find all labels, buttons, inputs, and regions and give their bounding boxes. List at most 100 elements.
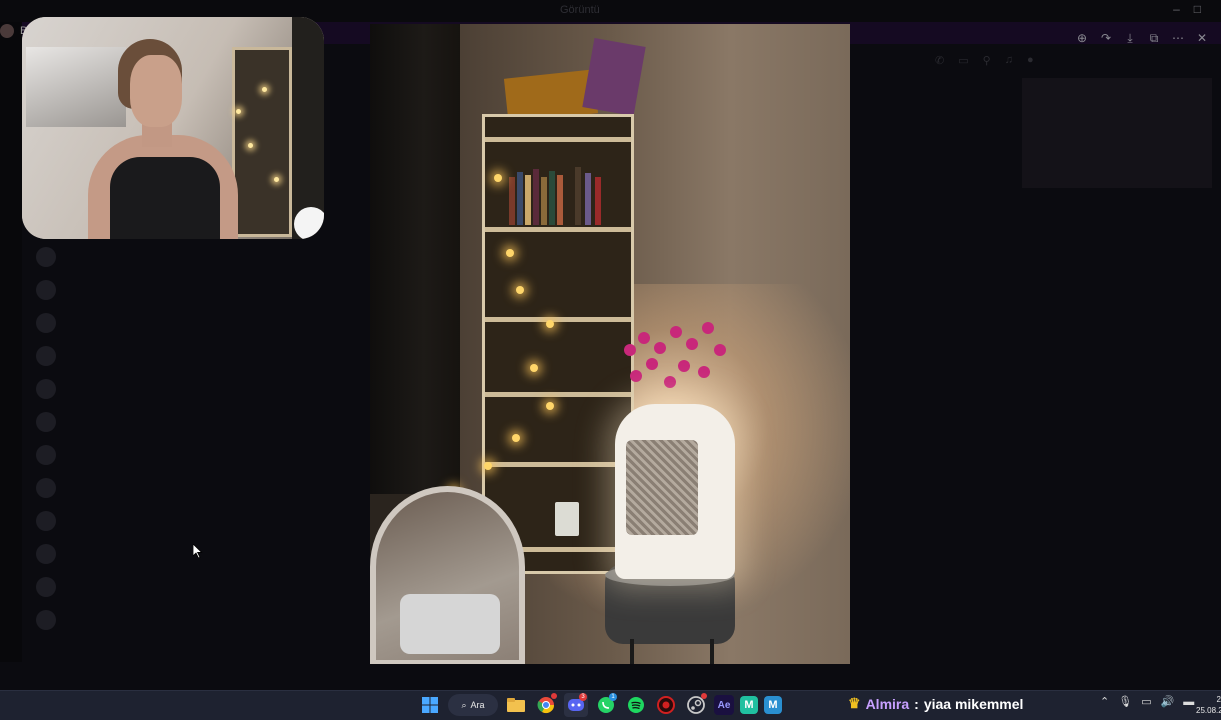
list-item[interactable]: [22, 240, 272, 273]
flowers: [620, 314, 730, 404]
file-explorer-icon[interactable]: [504, 693, 528, 717]
shelf-board: [485, 317, 631, 322]
close-icon[interactable]: ✕: [1195, 31, 1209, 45]
avatar: [36, 246, 56, 267]
notification-badge: 3: [579, 693, 587, 701]
list-item[interactable]: [22, 372, 272, 405]
fairy-light: [494, 174, 502, 182]
display-icon[interactable]: ▭: [1141, 695, 1151, 708]
list-item[interactable]: [22, 537, 272, 570]
shared-image[interactable]: [370, 24, 850, 664]
avatar: [36, 576, 56, 597]
more-icon[interactable]: ⋯: [1171, 31, 1185, 45]
window-title: Görüntü: [560, 4, 600, 16]
list-item[interactable]: [22, 504, 272, 537]
notification-separator: :: [914, 695, 919, 712]
fairy-light: [512, 434, 520, 442]
taskbar-clock[interactable]: 2 25.08.2: [1196, 694, 1221, 716]
petal: [638, 332, 650, 344]
list-item[interactable]: [22, 405, 272, 438]
notification-badge: [701, 693, 707, 699]
share-icon[interactable]: ↷: [1099, 31, 1113, 45]
microphone-icon[interactable]: 🎙: [1118, 695, 1132, 708]
petal: [670, 326, 682, 338]
wall-art: [26, 47, 126, 127]
search-icon: ⌕: [461, 699, 467, 710]
window-controls[interactable]: –□: [1173, 2, 1215, 16]
stool-leg: [630, 639, 634, 664]
discord-icon[interactable]: 3: [564, 693, 588, 717]
windows-start-icon[interactable]: [418, 693, 442, 717]
list-item[interactable]: [22, 438, 272, 471]
petal: [698, 366, 710, 378]
minimize-button[interactable]: –: [1173, 2, 1194, 16]
speaker-icon[interactable]: 🔊: [1161, 695, 1175, 708]
battery-icon[interactable]: ▬: [1183, 696, 1194, 708]
avatar: [36, 312, 56, 333]
shelf-board: [485, 137, 631, 142]
channel-toolbar: ✆ ▭ ⚲ ♫ ●: [935, 54, 1034, 67]
server-rail: [0, 22, 22, 662]
notification-user: Almira: [865, 695, 910, 712]
server-avatar[interactable]: [0, 24, 14, 38]
chrome-icon[interactable]: [534, 693, 558, 717]
avatar: [36, 609, 56, 630]
spotify-icon[interactable]: [624, 693, 648, 717]
avatar: [36, 279, 56, 300]
taskbar-search-button[interactable]: ⌕ Ara: [448, 694, 498, 716]
app-m2-icon[interactable]: M: [764, 696, 782, 714]
app-m-icon[interactable]: M: [740, 696, 758, 714]
mesh-top: [626, 440, 698, 535]
crown-icon: ♛: [848, 695, 861, 711]
webcam-shelf: [232, 47, 292, 237]
avatar: [36, 345, 56, 366]
book: [575, 167, 581, 225]
avatar: [36, 411, 56, 432]
system-tray: ⌃ 🎙 ▭ 🔊 ▬: [1100, 695, 1194, 709]
list-item[interactable]: [22, 273, 272, 306]
avatar: [36, 444, 56, 465]
record-icon[interactable]: [654, 693, 678, 717]
webcam-overlay[interactable]: [22, 17, 324, 239]
steam-icon[interactable]: [684, 693, 708, 717]
petal: [646, 358, 658, 370]
list-item[interactable]: [22, 471, 272, 504]
book: [595, 177, 601, 225]
fairy-light: [530, 364, 538, 372]
person-face: [130, 55, 182, 127]
list-item[interactable]: [22, 603, 272, 636]
book: [525, 175, 531, 225]
fairy-light: [516, 286, 524, 294]
fairy-light: [506, 249, 514, 257]
user-icon[interactable]: ●: [1027, 54, 1034, 67]
shelf-board: [485, 462, 631, 467]
book: [541, 177, 547, 225]
download-icon[interactable]: ⤓: [1123, 31, 1137, 46]
video-icon[interactable]: ▭: [958, 54, 968, 67]
maximize-button[interactable]: □: [1194, 2, 1215, 16]
search-label: Ara: [470, 700, 485, 710]
list-item[interactable]: [22, 570, 272, 603]
chevron-up-icon[interactable]: ⌃: [1100, 695, 1109, 708]
after-effects-icon[interactable]: Ae: [714, 695, 734, 715]
chat-notification: ♛ Almira : yiaa mikemmel: [848, 695, 1023, 712]
petal: [664, 376, 676, 388]
list-item[interactable]: [22, 306, 272, 339]
whatsapp-icon[interactable]: 1: [594, 693, 618, 717]
pin-icon[interactable]: ⚲: [983, 54, 991, 67]
book: [533, 169, 539, 225]
bell-icon[interactable]: ♫: [1005, 54, 1013, 67]
petal: [630, 370, 642, 382]
list-item[interactable]: [22, 339, 272, 372]
open-external-icon[interactable]: ⧉: [1147, 31, 1161, 46]
petal: [654, 342, 666, 354]
profile-banner: [1022, 78, 1212, 188]
notification-message: yiaa mikemmel: [923, 695, 1024, 712]
fairy-light: [274, 177, 279, 182]
zoom-in-icon[interactable]: ⊕: [1075, 31, 1089, 45]
petal: [678, 360, 690, 372]
channel-list: [22, 240, 272, 660]
book: [517, 172, 523, 225]
phone-icon[interactable]: ✆: [935, 54, 944, 67]
clock-date: 25.08.2: [1196, 706, 1221, 715]
